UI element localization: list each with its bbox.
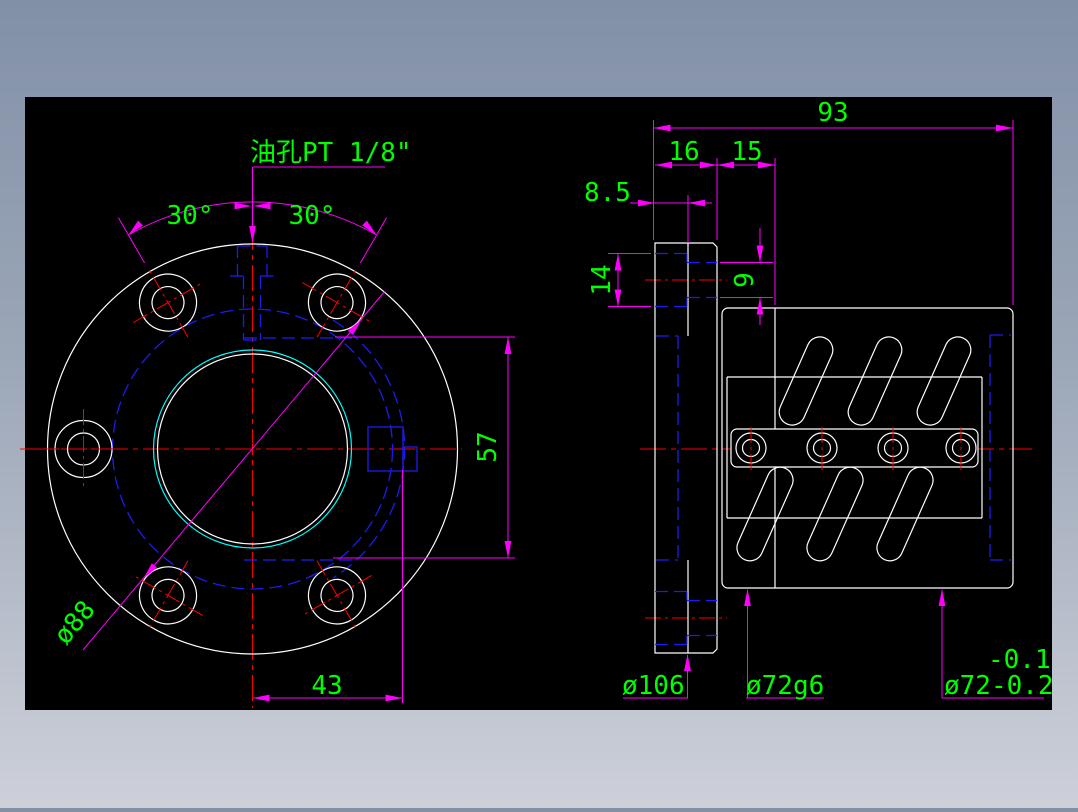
dim-text-14: 14: [587, 264, 617, 295]
dim-text-72g6: ø72g6: [746, 671, 824, 701]
dim-text-72-tol-lower: ø72-0.2: [944, 671, 1054, 701]
dim-text-16: 16: [668, 137, 699, 167]
dim-text-15: 15: [731, 137, 762, 167]
dim-text-106: ø106: [622, 671, 685, 701]
dim-text-9: 9: [730, 272, 760, 288]
retainer-band: [731, 427, 978, 470]
dim-text-8-5: 8.5: [584, 178, 631, 208]
dim-text-angle-left: 30°: [167, 201, 214, 231]
dim-text-angle-right: 30°: [289, 201, 336, 231]
dim-text-57: 57: [473, 431, 503, 462]
oil-hole-note: 油孔PT 1/8": [250, 138, 412, 168]
drawing-canvas[interactable]: ø88 30° 30° 油孔PT 1/8": [0, 0, 1078, 808]
dim-text-43: 43: [311, 671, 342, 701]
drawing-area: [25, 97, 1052, 710]
dim-text-93: 93: [817, 98, 848, 128]
